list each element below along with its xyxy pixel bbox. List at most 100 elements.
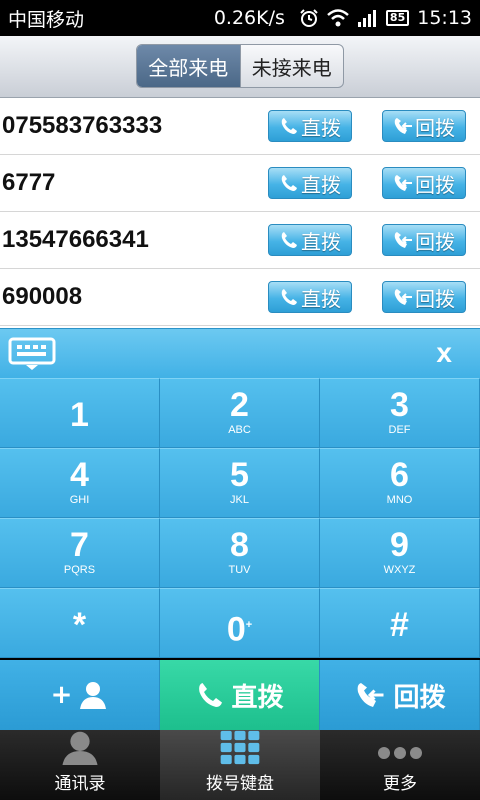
key-3[interactable]: 3 DEF — [320, 378, 480, 448]
key-9[interactable]: 9 WXYZ — [320, 518, 480, 588]
key-letters: MNO — [386, 494, 413, 506]
callback-phone-icon — [394, 289, 412, 305]
direct-dial-button[interactable]: 直拨 — [268, 110, 352, 142]
key-letters: DEF — [388, 424, 411, 436]
battery-icon: 85 — [385, 10, 410, 26]
key-digit: 7 — [70, 526, 89, 564]
call-filter-segmented-control: 全部来电 未接来电 — [136, 44, 344, 88]
direct-dial-button[interactable]: 直拨 — [268, 224, 352, 256]
call-log-row[interactable]: 690008 直拨 回拨 — [0, 269, 480, 326]
dial-action-row: + 直拨 回拨 — [0, 660, 480, 730]
direct-dial-label: 直拨 — [301, 286, 341, 311]
call-number: 075583763333 — [2, 112, 163, 139]
direct-dial-button[interactable]: 直拨 — [268, 167, 352, 199]
key-5[interactable]: 5 JKL — [160, 448, 320, 518]
callback-button[interactable]: 回拨 — [382, 224, 466, 256]
signal-icon — [357, 10, 376, 27]
phone-icon — [199, 683, 223, 707]
status-icons: 85 — [299, 8, 410, 28]
alarm-icon — [300, 9, 318, 27]
person-icon — [80, 682, 107, 709]
phone-icon — [281, 175, 297, 191]
key-digit: 1 — [70, 396, 89, 434]
key-1[interactable]: 1 — [0, 378, 160, 448]
key-digit: 9 — [390, 526, 409, 564]
callback-main-button[interactable]: 回拨 — [320, 660, 480, 730]
dial-keypad: 1 2 ABC 3 DEF 4 GHI 5 JKL 6 MNO 7 PQRS 8 TUV 9W… — [0, 378, 480, 660]
carrier-name: 中国移动 — [8, 8, 85, 31]
key-star[interactable]: * — [0, 588, 160, 658]
key-digit: 2 — [230, 386, 249, 424]
key-letters: WXYZ — [383, 564, 416, 576]
key-hash[interactable]: # — [320, 588, 480, 658]
segment-all-calls[interactable]: 全部来电 — [137, 45, 241, 87]
key-letters: PQRS — [63, 564, 96, 576]
network-speed: 0.26K/s — [213, 7, 285, 29]
callback-phone-icon — [394, 118, 412, 134]
call-number: 6777 — [2, 169, 56, 196]
tab-more[interactable]: 更多 — [320, 730, 480, 800]
direct-dial-label: 直拨 — [301, 229, 341, 254]
key-digit: 4 — [70, 456, 89, 494]
direct-dial-button[interactable]: 直拨 — [268, 281, 352, 313]
callback-phone-icon — [358, 683, 384, 707]
callback-phone-icon — [394, 232, 412, 248]
add-contact-button[interactable]: + — [0, 660, 160, 730]
key-6[interactable]: 6 MNO — [320, 448, 480, 518]
key-8[interactable]: 8 TUV — [160, 518, 320, 588]
key-digit: * — [72, 606, 87, 644]
callback-main-label: 回拨 — [393, 682, 446, 713]
phone-icon — [281, 118, 297, 134]
callback-button[interactable]: 回拨 — [382, 110, 466, 142]
key-letters: ABC — [228, 424, 251, 436]
tab-keypad[interactable]: 拨号键盘 — [160, 730, 320, 800]
keypad-grid-icon — [220, 730, 260, 765]
wifi-icon — [327, 9, 349, 27]
key-digit-0: 0 — [226, 610, 246, 649]
add-contact-plus: + — [50, 680, 73, 710]
callback-button[interactable]: 回拨 — [382, 281, 466, 313]
call-log-row[interactable]: 13547666341 直拨 回拨 — [0, 212, 480, 269]
close-keypad-button[interactable]: x — [436, 337, 452, 369]
segment-missed-calls[interactable]: 未接来电 — [241, 45, 344, 87]
key-0[interactable]: 0+ — [160, 588, 320, 658]
callback-phone-icon — [394, 175, 412, 191]
key-2[interactable]: 2 ABC — [160, 378, 320, 448]
direct-dial-main-button[interactable]: 直拨 — [160, 660, 320, 730]
tab-contacts[interactable]: 通讯录 — [0, 730, 160, 800]
keypad-header: x — [0, 328, 480, 378]
key-digit: 8 — [230, 526, 249, 564]
key-4[interactable]: 4 GHI — [0, 448, 160, 518]
direct-dial-main-label: 直拨 — [231, 682, 284, 713]
keyboard-toggle-icon[interactable] — [8, 337, 56, 371]
key-letters: JKL — [230, 494, 249, 506]
tab-contacts-label: 通讯录 — [54, 774, 106, 794]
call-log-row[interactable]: 075583763333 直拨 回拨 — [0, 98, 480, 155]
callback-label: 回拨 — [415, 229, 455, 254]
phone-icon — [281, 289, 297, 305]
call-number: 13547666341 — [2, 226, 149, 253]
key-plus: + — [245, 619, 253, 631]
callback-label: 回拨 — [415, 115, 455, 140]
more-dots-icon — [378, 747, 422, 759]
call-filter-bar: 全部来电 未接来电 — [0, 36, 480, 98]
key-7[interactable]: 7 PQRS — [0, 518, 160, 588]
key-digit: 6 — [390, 456, 409, 494]
call-log-list: 075583763333 直拨 回拨 6777 直拨 回拨 1354766634… — [0, 98, 480, 328]
clock: 15:13 — [417, 7, 472, 29]
status-bar: 中国移动 0.26K/s 85 15:13 — [0, 0, 480, 36]
call-log-row[interactable]: 6777 直拨 回拨 — [0, 155, 480, 212]
bottom-tab-bar: 通讯录 拨号键盘 更多 — [0, 730, 480, 800]
key-digit: 3 — [390, 386, 409, 424]
callback-label: 回拨 — [415, 286, 455, 311]
callback-label: 回拨 — [415, 172, 455, 197]
direct-dial-label: 直拨 — [301, 115, 341, 140]
key-letters: TUV — [228, 564, 251, 576]
key-digit: 0+ — [160, 607, 319, 647]
key-digit: 5 — [230, 456, 249, 494]
tab-keypad-label: 拨号键盘 — [206, 774, 274, 794]
callback-button[interactable]: 回拨 — [382, 167, 466, 199]
direct-dial-label: 直拨 — [301, 172, 341, 197]
key-digit: # — [390, 606, 409, 644]
key-letters: GHI — [69, 494, 90, 506]
